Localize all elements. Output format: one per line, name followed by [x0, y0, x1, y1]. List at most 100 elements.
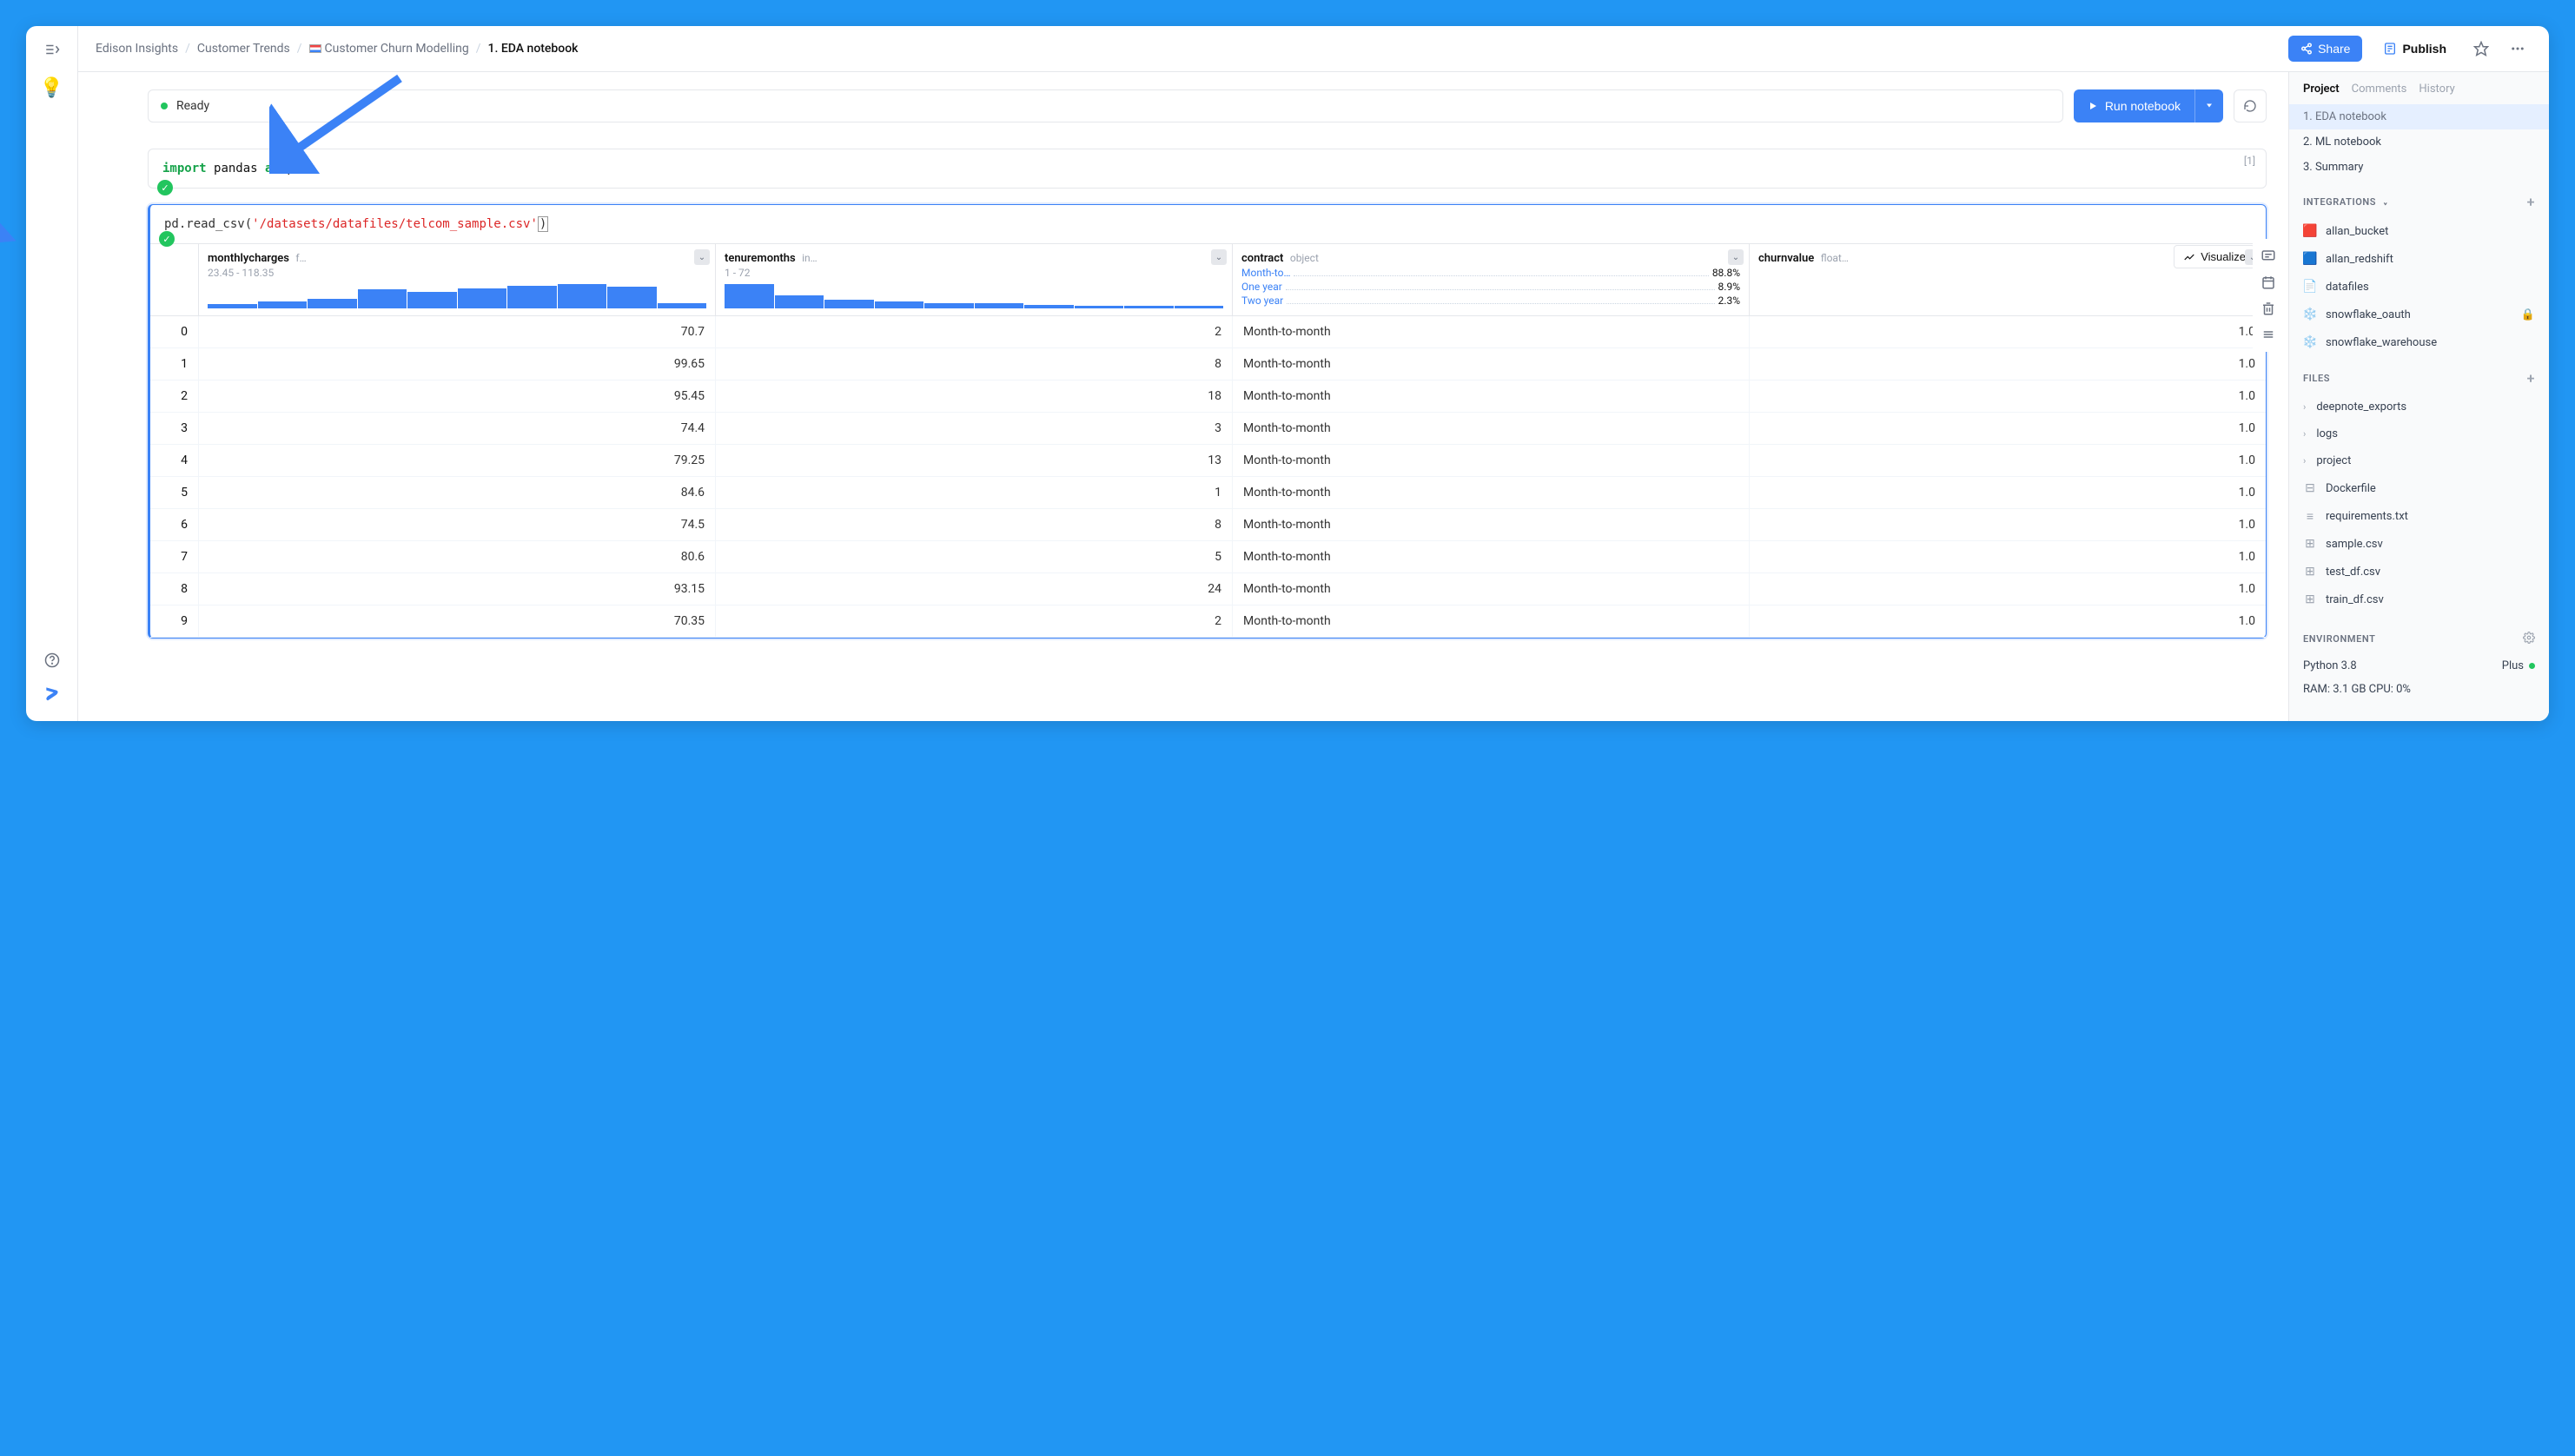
row-index: 5	[150, 477, 198, 508]
integration-item[interactable]: 🟦allan_redshift	[2289, 245, 2549, 273]
deepnote-logo-icon[interactable]: 💡	[40, 77, 63, 99]
kernel-status[interactable]: Ready	[148, 89, 2063, 122]
project-notebook-item[interactable]: 2. ML notebook	[2289, 129, 2549, 155]
code-cell-active[interactable]: pd.read_csv('/datasets/datafiles/telcom_…	[148, 204, 2267, 639]
file-item[interactable]: ⊞sample.csv	[2289, 530, 2549, 558]
table-cell: 80.6	[198, 541, 715, 572]
table-row[interactable]: 070.72Month-to-month1.0	[150, 316, 2266, 348]
table-row[interactable]: 374.43Month-to-month1.0	[150, 413, 2266, 445]
table-cell: Month-to-month	[1232, 509, 1749, 540]
chevron-down-icon: ⌄	[2383, 196, 2389, 208]
more-icon[interactable]	[2504, 35, 2532, 63]
breadcrumb-item[interactable]: Customer Trends	[197, 42, 290, 56]
column-menu-icon[interactable]: ⌄	[694, 249, 710, 265]
tab-project[interactable]: Project	[2303, 83, 2340, 96]
breadcrumb-current[interactable]: 1. EDA notebook	[488, 42, 579, 56]
breadcrumb-item[interactable]: Customer Churn Modelling	[309, 42, 469, 56]
table-cell: Month-to-month	[1232, 541, 1749, 572]
collapse-sidebar-icon[interactable]	[42, 39, 63, 60]
publish-button[interactable]: Publish	[2371, 36, 2459, 62]
df-column-header[interactable]: contract object⌄Month-to…88.8%One year8.…	[1232, 244, 1749, 315]
table-cell: 5	[715, 541, 1232, 572]
main-area: Edison Insights / Customer Trends / Cust…	[78, 26, 2549, 721]
row-index: 1	[150, 348, 198, 380]
code-content[interactable]: pd.read_csv('/datasets/datafiles/telcom_…	[150, 205, 2266, 243]
file-item[interactable]: ⊞train_df.csv	[2289, 586, 2549, 613]
table-cell: 1	[715, 477, 1232, 508]
table-cell: 2	[715, 316, 1232, 347]
brand-icon[interactable]	[42, 683, 63, 704]
table-row[interactable]: 199.658Month-to-month1.0	[150, 348, 2266, 381]
help-icon[interactable]	[42, 650, 63, 671]
files-header[interactable]: FILES +	[2289, 356, 2549, 394]
project-notebook-item[interactable]: 1. EDA notebook	[2289, 104, 2549, 129]
df-column-header[interactable]: tenuremonths in…⌄1 - 72	[715, 244, 1232, 315]
integration-item[interactable]: ❄️snowflake_oauth🔒	[2289, 301, 2549, 328]
tab-comments[interactable]: Comments	[2352, 83, 2407, 96]
table-cell: 70.7	[198, 316, 715, 347]
table-cell: 8	[715, 348, 1232, 380]
file-icon: ⊞	[2303, 537, 2317, 551]
code-content[interactable]: import pandas as pd	[149, 149, 2266, 188]
status-dot-icon	[161, 103, 168, 109]
env-python: Python 3.8	[2303, 659, 2357, 672]
integration-icon: ❄️	[2303, 308, 2317, 321]
run-notebook-dropdown[interactable]	[2194, 89, 2223, 122]
dataframe-output: monthlycharges f…⌄23.45 - 118.35tenuremo…	[150, 243, 2266, 638]
comment-icon[interactable]	[2256, 244, 2280, 268]
notebook-column: Ready Run notebook	[78, 72, 2288, 721]
file-item[interactable]: ›logs	[2289, 420, 2549, 447]
star-icon[interactable]	[2467, 35, 2495, 63]
row-index: 0	[150, 316, 198, 347]
df-column-header[interactable]: churnvalue float…⌄	[1749, 244, 2266, 315]
file-item[interactable]: ›project	[2289, 447, 2549, 474]
integrations-header[interactable]: INTEGRATIONS ⌄ +	[2289, 180, 2549, 217]
file-item[interactable]: ≡requirements.txt	[2289, 502, 2549, 530]
cell-toolbar	[2253, 239, 2284, 352]
table-cell: 8	[715, 509, 1232, 540]
refresh-button[interactable]	[2234, 89, 2267, 122]
breadcrumb-item[interactable]: Edison Insights	[96, 42, 178, 56]
table-cell: 3	[715, 413, 1232, 444]
add-integration-button[interactable]: +	[2527, 194, 2535, 210]
share-button[interactable]: Share	[2288, 36, 2362, 62]
file-item[interactable]: ⊞test_df.csv	[2289, 558, 2549, 586]
breadcrumbs: Edison Insights / Customer Trends / Cust…	[96, 42, 578, 56]
df-column-header[interactable]: monthlycharges f…⌄23.45 - 118.35	[198, 244, 715, 315]
table-row[interactable]: 893.1524Month-to-month1.0	[150, 573, 2266, 606]
file-icon: ⊞	[2303, 592, 2317, 606]
add-file-button[interactable]: +	[2527, 370, 2535, 387]
gear-icon[interactable]	[2523, 631, 2535, 647]
menu-icon[interactable]	[2256, 322, 2280, 347]
column-menu-icon[interactable]: ⌄	[1728, 249, 1744, 265]
file-icon: ≡	[2303, 509, 2317, 523]
table-cell: 1.0	[1749, 606, 2266, 637]
code-cell[interactable]: [1] import pandas as pd ✓	[148, 149, 2267, 189]
delete-icon[interactable]	[2256, 296, 2280, 321]
table-cell: Month-to-month	[1232, 413, 1749, 444]
sidebar-tabs: Project Comments History	[2289, 72, 2549, 104]
file-item[interactable]: ›deepnote_exports	[2289, 394, 2549, 420]
table-cell: Month-to-month	[1232, 381, 1749, 412]
calendar-icon[interactable]	[2256, 270, 2280, 295]
table-cell: 2	[715, 606, 1232, 637]
table-row[interactable]: 970.352Month-to-month1.0	[150, 606, 2266, 638]
integration-item[interactable]: 🟥allan_bucket	[2289, 217, 2549, 245]
table-row[interactable]: 584.61Month-to-month1.0	[150, 477, 2266, 509]
table-row[interactable]: 780.65Month-to-month1.0	[150, 541, 2266, 573]
project-notebook-item[interactable]: 3. Summary	[2289, 155, 2549, 180]
lock-icon: 🔒	[2521, 308, 2535, 321]
table-cell: 1.0	[1749, 413, 2266, 444]
column-menu-icon[interactable]: ⌄	[1211, 249, 1227, 265]
table-row[interactable]: 674.58Month-to-month1.0	[150, 509, 2266, 541]
tab-history[interactable]: History	[2419, 83, 2454, 96]
cell-success-icon: ✓	[159, 231, 175, 247]
table-cell: 93.15	[198, 573, 715, 605]
integration-item[interactable]: 📄datafiles	[2289, 273, 2549, 301]
table-cell: Month-to-month	[1232, 606, 1749, 637]
table-row[interactable]: 479.2513Month-to-month1.0	[150, 445, 2266, 477]
file-item[interactable]: ⊟Dockerfile	[2289, 474, 2549, 502]
table-row[interactable]: 295.4518Month-to-month1.0	[150, 381, 2266, 413]
integration-item[interactable]: ❄️snowflake_warehouse	[2289, 328, 2549, 356]
run-notebook-button[interactable]: Run notebook	[2074, 89, 2194, 122]
